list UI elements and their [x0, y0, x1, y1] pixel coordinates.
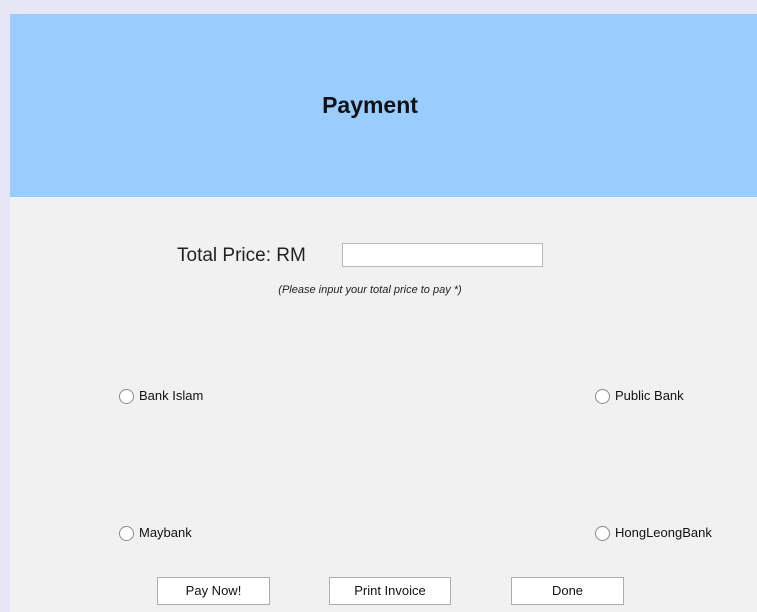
radio-circle-icon[interactable]: [595, 388, 610, 404]
radio-circle-icon[interactable]: [595, 525, 610, 541]
radio-hongleong-bank[interactable]: HongLeongBank: [595, 525, 712, 541]
radio-label-maybank: Maybank: [139, 525, 192, 540]
radio-public-bank[interactable]: Public Bank: [595, 388, 684, 404]
page-title: Payment: [322, 92, 418, 118]
payment-window: Payment Total Price: RM (Please input yo…: [10, 14, 757, 612]
pay-now-button[interactable]: Pay Now!: [157, 577, 270, 605]
radio-circle-icon[interactable]: [119, 525, 134, 541]
done-button[interactable]: Done: [511, 577, 624, 605]
radio-label-public-bank: Public Bank: [615, 388, 684, 403]
radio-bank-islam[interactable]: Bank Islam: [119, 388, 203, 404]
header-banner: Payment: [10, 14, 757, 197]
radio-label-bank-islam: Bank Islam: [139, 388, 204, 403]
radio-label-hongleong-bank: HongLeongBank: [615, 525, 712, 540]
radio-maybank[interactable]: Maybank: [119, 525, 192, 541]
total-price-input[interactable]: [342, 243, 543, 267]
price-hint-text: (Please input your total price to pay *): [278, 284, 462, 296]
total-price-label: Total Price: RM: [177, 245, 306, 266]
print-invoice-button[interactable]: Print Invoice: [329, 577, 451, 605]
radio-circle-icon[interactable]: [119, 388, 134, 404]
